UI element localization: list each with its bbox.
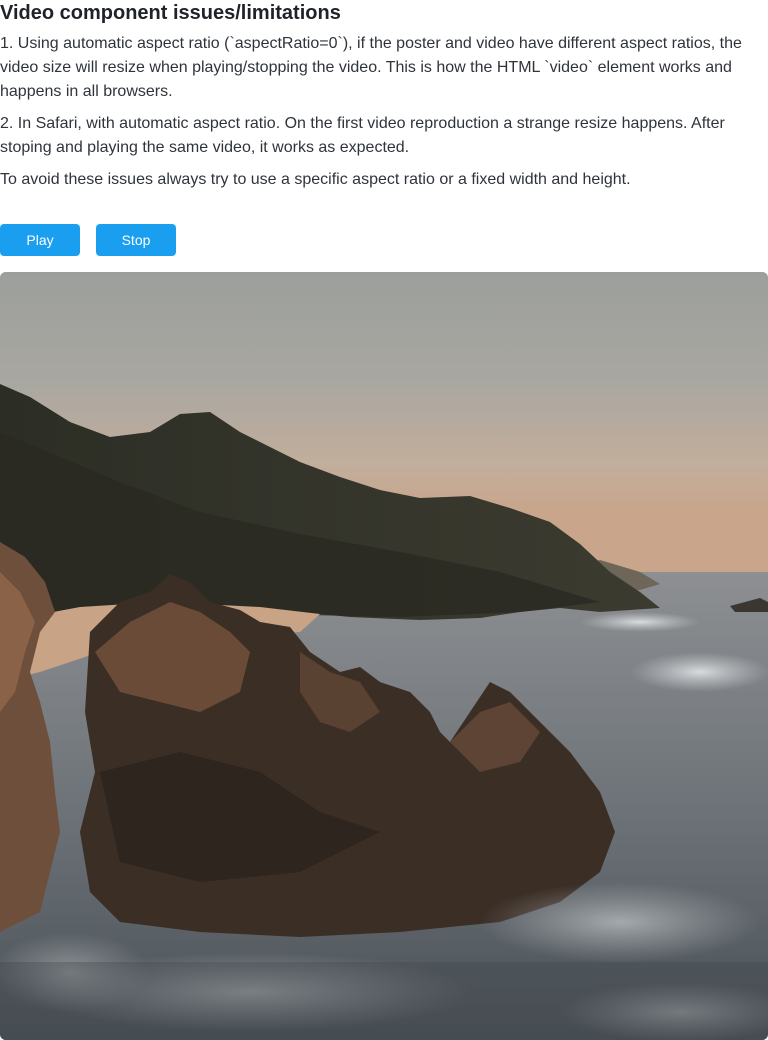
page-title: Video component issues/limitations: [0, 2, 341, 24]
advice-paragraph: To avoid these issues always try to use …: [0, 171, 631, 188]
issue-paragraph-2: 2. In Safari, with automatic aspect rati…: [0, 115, 725, 156]
issue-paragraph-1: 1. Using automatic aspect ratio (`aspect…: [0, 35, 742, 100]
video-poster-image: [0, 272, 768, 1040]
stop-button[interactable]: Stop: [96, 224, 176, 256]
play-button[interactable]: Play: [0, 224, 80, 256]
video-player[interactable]: [0, 272, 768, 1040]
